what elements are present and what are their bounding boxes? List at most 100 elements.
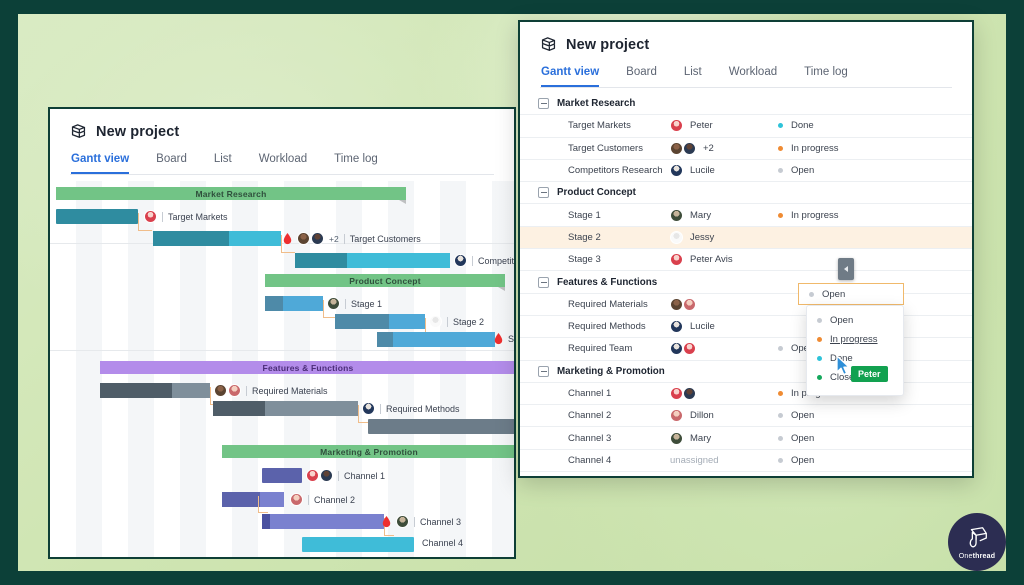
gantt-group-bar-label: Marketing & Promotion — [320, 446, 418, 457]
gantt-group-bar-market-research[interactable]: Market Research — [56, 187, 406, 204]
task-name: Stage 1 — [568, 209, 601, 221]
status-dot — [817, 318, 822, 323]
status-dot — [778, 391, 783, 396]
panel-collapse-handle[interactable] — [838, 258, 854, 280]
tab-gantt-view[interactable]: Gantt view — [71, 153, 130, 174]
minus-box-icon[interactable] — [538, 187, 549, 199]
priority-drop-icon — [494, 333, 503, 345]
tab-board[interactable]: Board — [626, 66, 657, 87]
table-row[interactable]: Required Materials — [520, 294, 972, 316]
gantt-bar-target-markets[interactable] — [56, 209, 138, 224]
gantt-group-bar-label: Market Research — [195, 188, 267, 199]
gantt-bar-label-channel-3: Channel 3 — [382, 515, 461, 528]
gantt-group-bar-marketing-promotion[interactable]: Marketing & Promotion — [222, 445, 514, 458]
table-group-row-marketing-promotion[interactable]: Marketing & Promotion — [520, 361, 972, 383]
gantt-bar-stage-1[interactable] — [265, 296, 323, 311]
gantt-bar-competitors-research[interactable] — [295, 253, 450, 268]
table-row[interactable]: Stage 1 Mary In progress — [520, 204, 972, 227]
tab-board[interactable]: Board — [156, 153, 187, 174]
status-option-in-progress[interactable]: In progress — [807, 330, 903, 349]
assignee-cell[interactable] — [670, 297, 778, 311]
table-row[interactable]: Required Methods Lucile — [520, 316, 972, 339]
assignee-cell[interactable]: Peter Avis — [670, 253, 778, 267]
table-row[interactable]: Competitors Research Lucile Open — [520, 160, 972, 183]
table-group-row-features-functions[interactable]: Features & Functions — [520, 271, 972, 294]
divider — [472, 255, 473, 266]
status-cell[interactable]: Open — [778, 433, 814, 444]
assignee-cell[interactable]: +2 — [670, 141, 778, 155]
avatar — [454, 254, 467, 267]
assignee-cell[interactable]: unassigned — [670, 455, 778, 466]
assignee-cell[interactable]: Lucile — [670, 320, 778, 334]
onethread-cube-icon — [969, 526, 987, 547]
assignee-cell[interactable]: Mary — [670, 208, 778, 222]
tab-time-log[interactable]: Time log — [804, 66, 848, 87]
table-row[interactable]: Channel 1 In progress — [520, 383, 972, 406]
gantt-bar-required-methods[interactable] — [213, 401, 358, 416]
group-label: Market Research — [557, 98, 636, 110]
task-name: Required Team — [568, 343, 633, 355]
gantt-bar-channel-4[interactable] — [302, 537, 414, 552]
gantt-group-bar-product-concept[interactable]: Product Concept — [265, 274, 505, 291]
table-row[interactable]: Channel 3 Mary Open — [520, 427, 972, 450]
tab-workload[interactable]: Workload — [729, 66, 777, 87]
status-select-trigger[interactable]: Open — [798, 283, 904, 306]
table-group-row-market-research[interactable]: Market Research — [520, 93, 972, 116]
gantt-bar-required-materials[interactable] — [100, 383, 210, 398]
gantt-group-bar-tail — [399, 200, 406, 204]
task-name: Stage 3 — [568, 254, 601, 266]
tab-gantt-view[interactable]: Gantt view — [541, 66, 600, 87]
gantt-group-bar-features-functions[interactable]: Features & Functions — [100, 361, 514, 374]
table-row[interactable]: Channel 2 Dillon Open — [520, 405, 972, 428]
minus-box-icon[interactable] — [538, 276, 549, 288]
gantt-bar-channel-3[interactable] — [262, 514, 384, 529]
view-tabs-front: Gantt view Board List Workload Time log — [540, 66, 952, 88]
assignee-cell[interactable]: Mary — [670, 431, 778, 445]
avatar — [670, 230, 683, 244]
assignee-name: Dillon — [690, 410, 714, 422]
gantt-bar-target-customers[interactable] — [153, 231, 281, 246]
status-option-open[interactable]: Open — [807, 311, 903, 330]
table-row[interactable]: Channel 4 unassigned Open — [520, 450, 972, 473]
tab-list[interactable]: List — [214, 153, 232, 174]
minus-box-icon[interactable] — [538, 98, 549, 110]
table-row[interactable]: Stage 3 Peter Avis — [520, 249, 972, 272]
assignee-cell[interactable]: Peter — [670, 119, 778, 133]
assignee-cell[interactable]: Dillon — [670, 409, 778, 423]
status-cell[interactable]: Open — [778, 455, 814, 466]
tab-list[interactable]: List — [684, 66, 702, 87]
divider — [345, 298, 346, 309]
table-group-row-product-concept[interactable]: Product Concept — [520, 182, 972, 205]
status-dropdown-menu[interactable]: Open In progress Done Closed — [806, 305, 904, 396]
tab-time-log[interactable]: Time log — [334, 153, 378, 174]
status-cell[interactable]: Open — [778, 410, 814, 421]
status-cell[interactable]: Open — [778, 165, 814, 176]
status-cell[interactable]: In progress — [778, 143, 839, 154]
task-name: Channel 2 — [568, 410, 612, 422]
view-tabs-back: Gantt view Board List Workload Time log — [70, 153, 494, 175]
gantt-bar-channel-1[interactable] — [262, 468, 302, 483]
table-row[interactable]: Channel 5 unassigned Open — [520, 472, 972, 476]
assignee-cell[interactable]: Lucile — [670, 164, 778, 178]
assignee-cell[interactable] — [670, 342, 778, 356]
assignee-cell[interactable] — [670, 387, 778, 400]
table-row-selected[interactable]: Stage 2 Jessy — [520, 226, 972, 250]
divider — [447, 316, 448, 327]
status-cell[interactable]: In progress — [778, 210, 839, 221]
minus-box-icon[interactable] — [538, 365, 549, 377]
task-name: Competitors Research — [568, 165, 663, 177]
status-dot — [809, 291, 814, 297]
assignee-cell[interactable]: Jessy — [670, 230, 778, 244]
table-row[interactable]: Required Team Open — [520, 338, 972, 361]
avatar — [670, 297, 683, 311]
gantt-bar-channel-2[interactable] — [222, 492, 284, 507]
status-cell[interactable]: Done — [778, 120, 814, 131]
table-row[interactable]: Target Markets Peter Done — [520, 115, 972, 138]
status-label: Done — [791, 120, 814, 132]
gantt-bar-stage-3[interactable] — [377, 332, 495, 347]
status-dot — [778, 212, 783, 218]
gantt-bar-stage-2[interactable] — [335, 314, 425, 329]
table-row[interactable]: Target Customers +2 In progress — [520, 138, 972, 160]
tab-workload[interactable]: Workload — [259, 153, 307, 174]
gantt-bar-required-team[interactable] — [368, 419, 514, 434]
